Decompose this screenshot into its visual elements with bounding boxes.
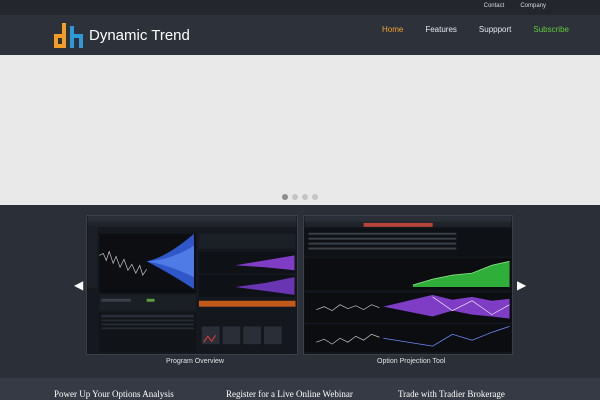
feature-strip: Power Up Your Options Analysis Register … xyxy=(0,378,600,400)
feature-webinar[interactable]: Register for a Live Online Webinar xyxy=(226,389,353,399)
nav-features[interactable]: Features xyxy=(425,25,457,34)
utility-links: Contact Company xyxy=(484,3,546,9)
contact-link[interactable]: Contact xyxy=(484,3,505,9)
chevron-right-icon[interactable]: ▶ xyxy=(517,278,526,292)
nav-home[interactable]: Home xyxy=(382,25,403,34)
slider-dot-2[interactable] xyxy=(292,194,298,200)
brand-name[interactable]: Dynamic Trend xyxy=(89,27,190,44)
top-utility-bar: Contact Company xyxy=(0,0,600,15)
chevron-left-icon[interactable]: ◀ xyxy=(74,278,83,292)
caption-option-projection: Option Projection Tool xyxy=(377,358,446,365)
feature-options-analysis[interactable]: Power Up Your Options Analysis xyxy=(54,389,174,399)
screenshot-carousel: ◀ ▶ Program Overview Option Projection T… xyxy=(0,205,600,378)
dynamic-trend-logo[interactable] xyxy=(54,23,84,49)
nav-subscribe[interactable]: Subscribe xyxy=(533,25,569,34)
main-nav: Home Features Suppport Subscribe xyxy=(382,25,569,34)
slider-dot-4[interactable] xyxy=(312,194,318,200)
nav-support[interactable]: Suppport xyxy=(479,25,511,34)
slider-dots xyxy=(282,194,318,200)
site-header: Dynamic Trend Home Features Suppport Sub… xyxy=(0,15,600,55)
slider-dot-1[interactable] xyxy=(282,194,288,200)
slider-dot-3[interactable] xyxy=(302,194,308,200)
program-overview-screenshot[interactable] xyxy=(86,215,298,355)
hero-slider xyxy=(0,55,600,205)
feature-tradier[interactable]: Trade with Tradier Brokerage xyxy=(398,389,505,399)
company-link[interactable]: Company xyxy=(520,3,546,9)
caption-program-overview: Program Overview xyxy=(166,358,224,365)
option-projection-screenshot[interactable] xyxy=(303,215,513,355)
